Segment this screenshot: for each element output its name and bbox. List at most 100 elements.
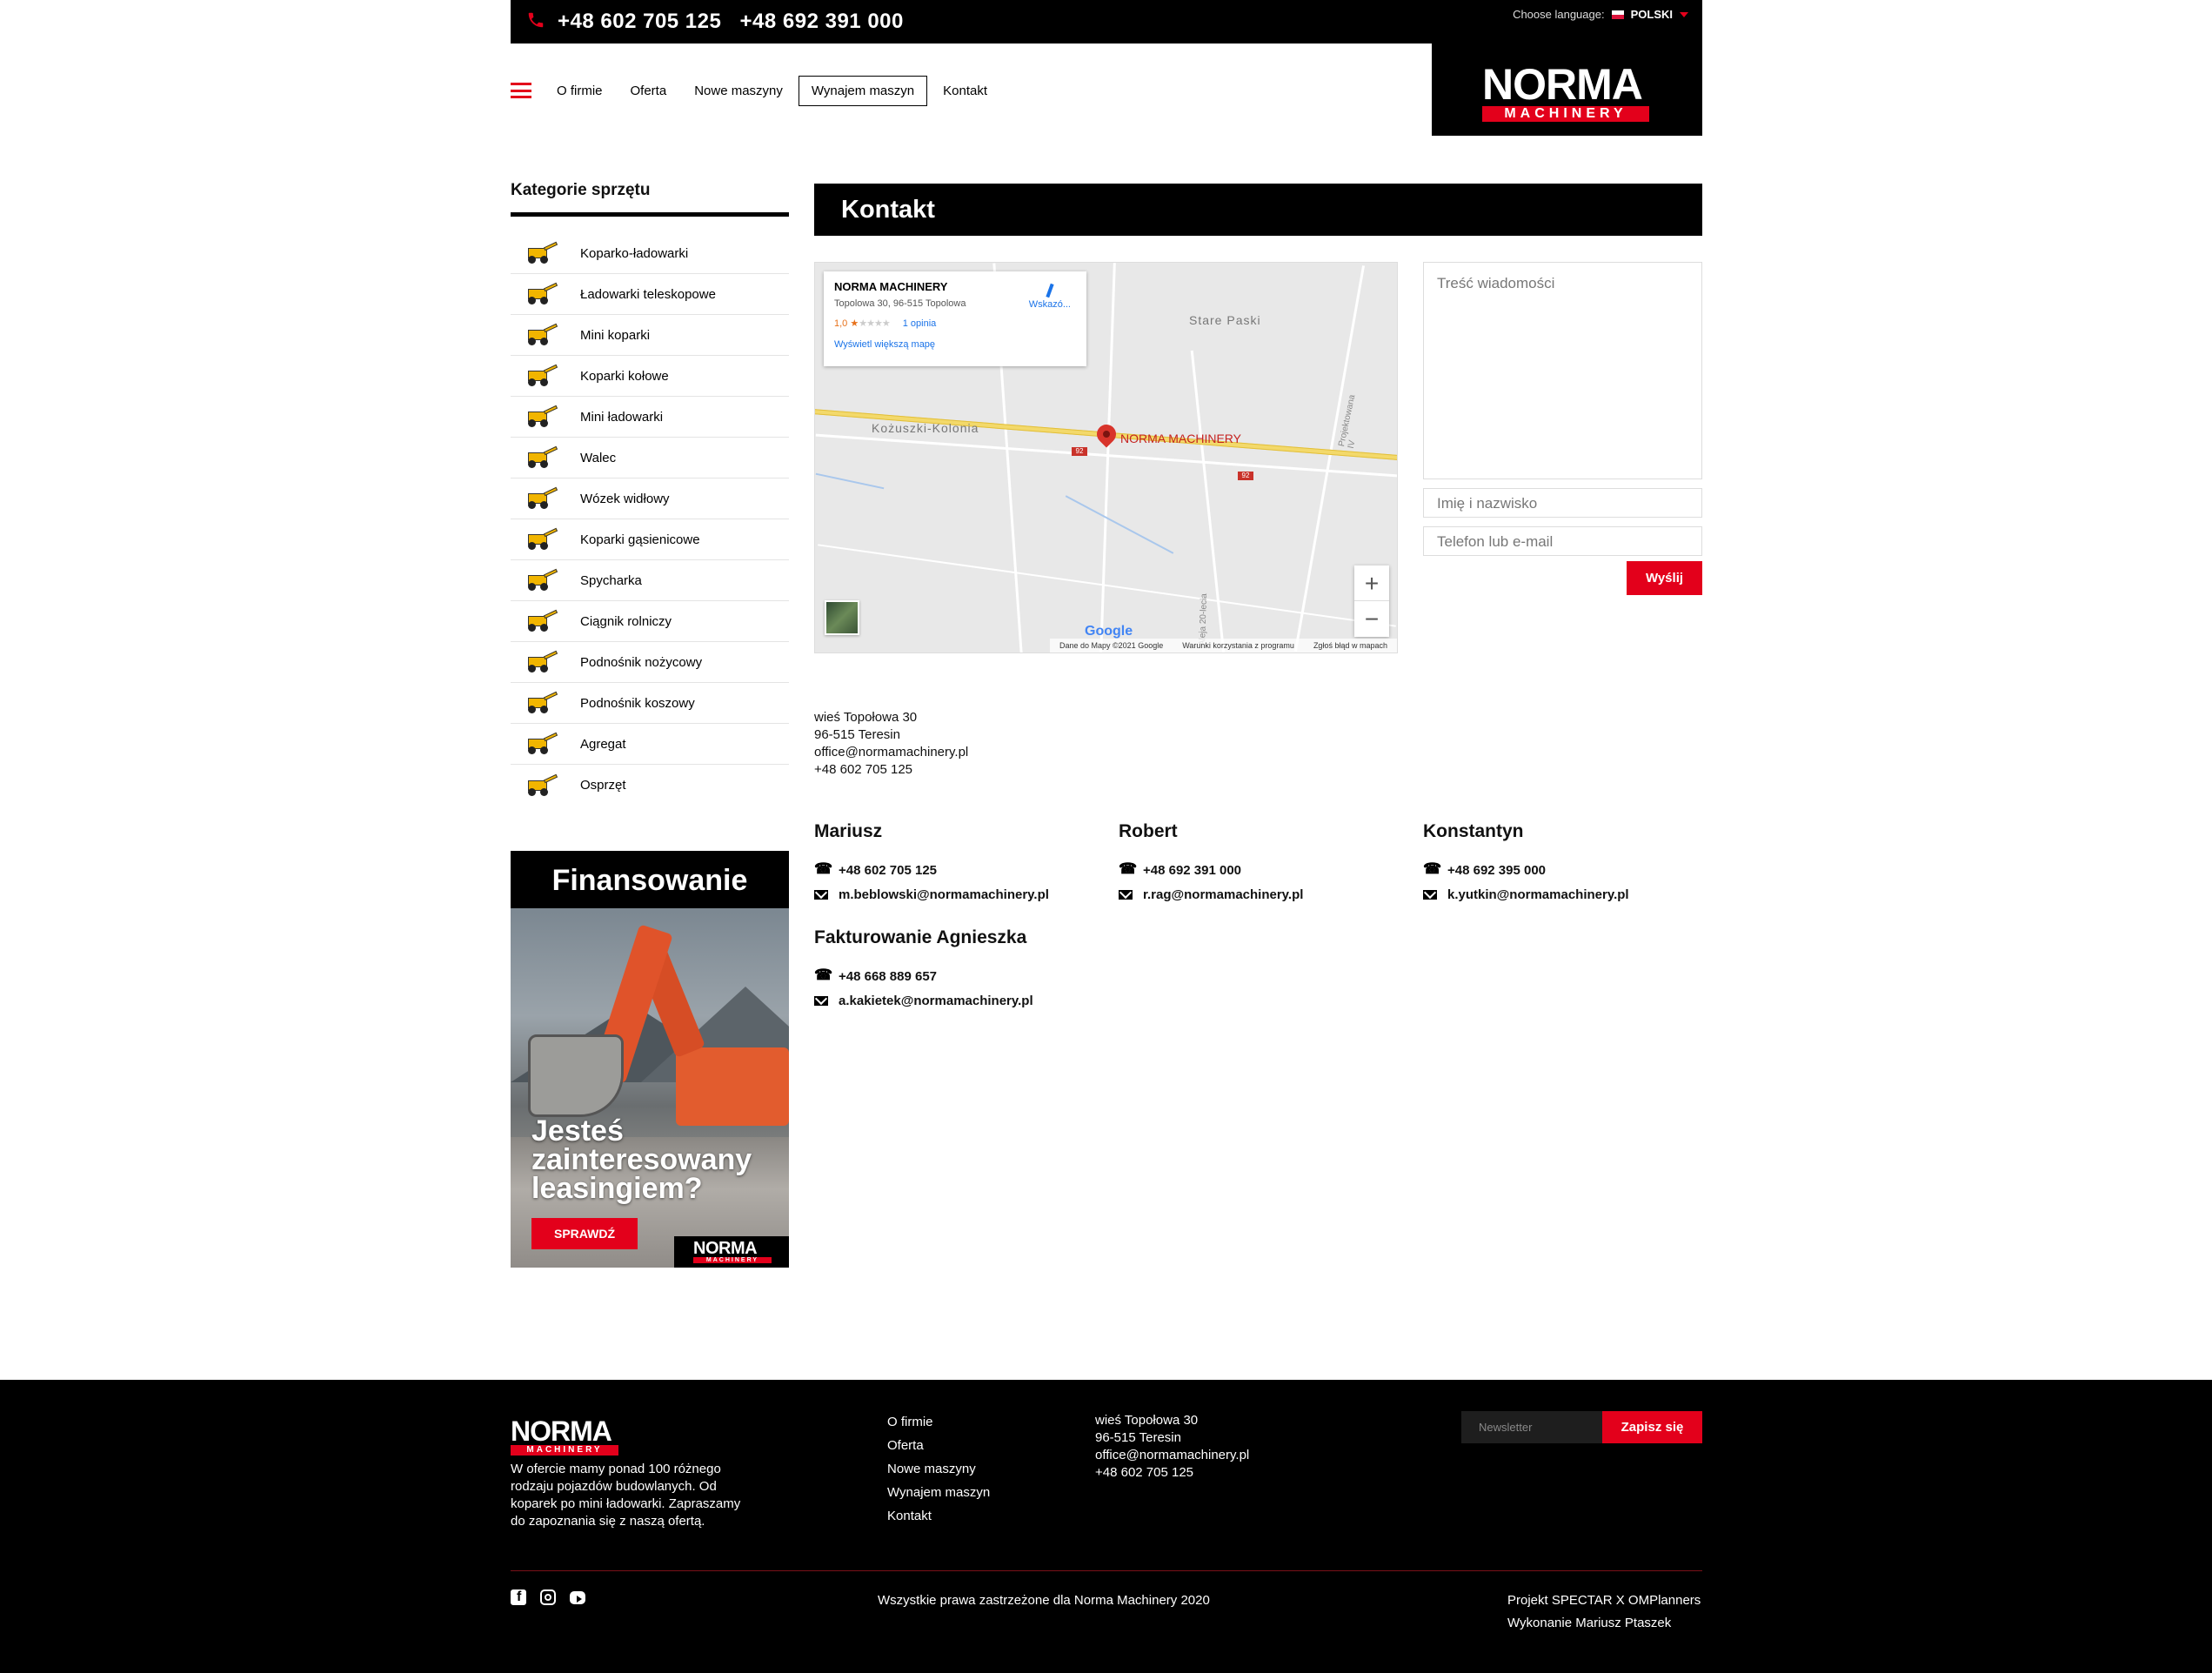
footer-nav: O firmie Oferta Nowe maszyny Wynajem mas… xyxy=(887,1410,990,1528)
category-label: Koparko-ładowarki xyxy=(580,245,689,261)
machine-icon xyxy=(521,405,561,429)
directions-button[interactable]: Wskazó... xyxy=(1029,282,1071,310)
category-item[interactable]: Koparko-ładowarki xyxy=(511,233,789,274)
zoom-out-button[interactable]: − xyxy=(1354,601,1389,637)
map-attribution: Dane do Mapy ©2021 Google Warunki korzys… xyxy=(1050,639,1397,652)
phone-icon xyxy=(1119,860,1137,878)
hamburger-menu-icon[interactable] xyxy=(511,83,531,98)
financing-banner[interactable]: Finansowanie Jesteś zainteresowany leasi… xyxy=(511,851,789,1268)
language-value[interactable]: POLSKI xyxy=(1631,8,1673,21)
name-field[interactable]: Imię i nazwisko xyxy=(1423,488,1702,518)
logo-block[interactable]: NORMA MACHINERY xyxy=(1432,43,1702,136)
zoom-in-button[interactable]: + xyxy=(1354,565,1389,601)
satellite-toggle[interactable] xyxy=(825,600,859,635)
company-email[interactable]: office@normamachinery.pl xyxy=(814,744,968,761)
machine-icon xyxy=(521,568,561,592)
contact-field[interactable]: Telefon lub e-mail xyxy=(1423,526,1702,556)
google-logo: Google xyxy=(1085,624,1133,639)
category-item[interactable]: Spycharka xyxy=(511,560,789,601)
machine-icon xyxy=(521,650,561,674)
footer-email[interactable]: office@normamachinery.pl xyxy=(1095,1447,1249,1464)
footer-logo[interactable]: NORMA MACHINERY xyxy=(511,1417,618,1456)
phone-icon xyxy=(814,967,832,984)
category-item[interactable]: Agregat xyxy=(511,724,789,765)
footer-link-o-firmie[interactable]: O firmie xyxy=(887,1410,990,1434)
category-label: Podnośnik koszowy xyxy=(580,695,695,711)
footer-phone[interactable]: +48 602 705 125 xyxy=(1095,1464,1249,1482)
larger-map-link[interactable]: Wyświetl większą mapę xyxy=(834,339,1076,350)
category-label: Mini ładowarki xyxy=(580,409,664,425)
contact-person: Robert +48 692 391 000 r.rag@normamachin… xyxy=(1119,821,1414,907)
nav-item-kontakt[interactable]: Kontakt xyxy=(931,77,999,105)
nav-item-o-firmie[interactable]: O firmie xyxy=(545,77,615,105)
financing-title: Finansowanie xyxy=(551,864,748,897)
send-button[interactable]: Wyślij xyxy=(1627,561,1702,595)
language-switcher[interactable]: Choose language: POLSKI xyxy=(1513,8,1688,21)
machine-icon xyxy=(521,364,561,388)
map-pin-label[interactable]: NORMA MACHINERY xyxy=(1120,432,1241,445)
category-item[interactable]: Walec xyxy=(511,438,789,478)
category-item[interactable]: Ładowarki teleskopowe xyxy=(511,274,789,315)
machine-icon xyxy=(521,445,561,470)
facebook-icon[interactable] xyxy=(511,1589,526,1605)
contact-form: Treść wiadomości Imię i nazwisko Telefon… xyxy=(1423,262,1702,595)
category-label: Spycharka xyxy=(580,572,642,588)
header-phones: +48 602 705 125 +48 692 391 000 xyxy=(558,10,916,34)
map-pin-icon[interactable] xyxy=(1093,420,1120,448)
category-item[interactable]: Osprzęt xyxy=(511,765,789,806)
language-label: Choose language: xyxy=(1513,8,1605,21)
machine-icon xyxy=(521,609,561,633)
phone-icon xyxy=(1423,860,1441,878)
map-report-link[interactable]: Zgłoś błąd w mapach xyxy=(1313,641,1387,650)
check-button[interactable]: SPRAWDŹ xyxy=(531,1218,638,1249)
main-nav: O firmie Oferta Nowe maszyny Wynajem mas… xyxy=(511,74,1003,107)
machine-icon xyxy=(521,282,561,306)
logo[interactable]: NORMA MACHINERY xyxy=(1482,63,1649,122)
category-label: Mini koparki xyxy=(580,327,651,343)
category-list: Koparko-ładowarki Ładowarki teleskopowe Mi… xyxy=(511,233,789,806)
sidebar-title: Kategorie sprzętu xyxy=(511,181,651,199)
category-item[interactable]: Podnośnik nożycowy xyxy=(511,642,789,683)
map-town-stare-paski: Stare Paski xyxy=(1189,313,1261,327)
category-item[interactable]: Podnośnik koszowy xyxy=(511,683,789,724)
category-item[interactable]: Koparki kołowe xyxy=(511,356,789,397)
poland-flag-icon xyxy=(1611,10,1624,19)
nav-item-wynajem-maszyn[interactable]: Wynajem maszyn xyxy=(798,75,928,106)
footer-link-kontakt[interactable]: Kontakt xyxy=(887,1504,990,1528)
nav-item-nowe-maszyny[interactable]: Nowe maszyny xyxy=(682,77,795,105)
map-terms-link[interactable]: Warunki korzystania z programu xyxy=(1182,641,1294,650)
logo-name: NORMA xyxy=(1482,60,1643,109)
category-label: Koparki gąsienicowe xyxy=(580,532,700,547)
newsletter-submit-button[interactable]: Zapisz się xyxy=(1602,1411,1702,1443)
contact-person: Fakturowanie Agnieszka +48 668 889 657 a… xyxy=(814,927,1110,1013)
chevron-down-icon[interactable] xyxy=(1680,11,1688,17)
footer-about: W ofercie mamy ponad 100 różnego rodzaju… xyxy=(511,1462,741,1529)
envelope-icon xyxy=(1119,887,1133,901)
header-phone-1[interactable]: +48 602 705 125 xyxy=(558,10,721,33)
category-item[interactable]: Wózek widłowy xyxy=(511,478,789,519)
header-phone-2[interactable]: +48 692 391 000 xyxy=(740,10,904,33)
footer-link-wynajem-maszyn[interactable]: Wynajem maszyn xyxy=(887,1481,990,1504)
footer-address: wieś Topołowa 30 96-515 Teresin office@n… xyxy=(1095,1413,1250,1482)
map-card-rating: 1,0 ★★★★★ 1 opinia xyxy=(834,318,937,329)
newsletter-input[interactable]: Newsletter xyxy=(1461,1411,1602,1443)
machine-icon xyxy=(521,486,561,511)
nav-item-oferta[interactable]: Oferta xyxy=(618,77,679,105)
footer-link-nowe-maszyny[interactable]: Nowe maszyny xyxy=(887,1457,990,1481)
map-reviews-link[interactable]: 1 opinia xyxy=(903,318,937,329)
category-item[interactable]: Mini ładowarki xyxy=(511,397,789,438)
company-phone[interactable]: +48 602 705 125 xyxy=(814,761,968,779)
youtube-icon[interactable] xyxy=(570,1591,585,1604)
machine-icon xyxy=(521,241,561,265)
envelope-icon xyxy=(814,887,828,901)
category-item[interactable]: Mini koparki xyxy=(511,315,789,356)
machine-icon xyxy=(521,773,561,798)
machine-icon xyxy=(521,732,561,756)
instagram-icon[interactable] xyxy=(540,1589,556,1605)
contact-person: Mariusz +48 602 705 125 m.beblowski@norm… xyxy=(814,821,1110,907)
footer-link-oferta[interactable]: Oferta xyxy=(887,1434,990,1457)
google-map[interactable]: 92 92 Stare Paski Kożuszki-Kolonia Proje… xyxy=(814,262,1398,653)
category-item[interactable]: Koparki gąsienicowe xyxy=(511,519,789,560)
message-field[interactable]: Treść wiadomości xyxy=(1423,262,1702,479)
category-item[interactable]: Ciągnik rolniczy xyxy=(511,601,789,642)
